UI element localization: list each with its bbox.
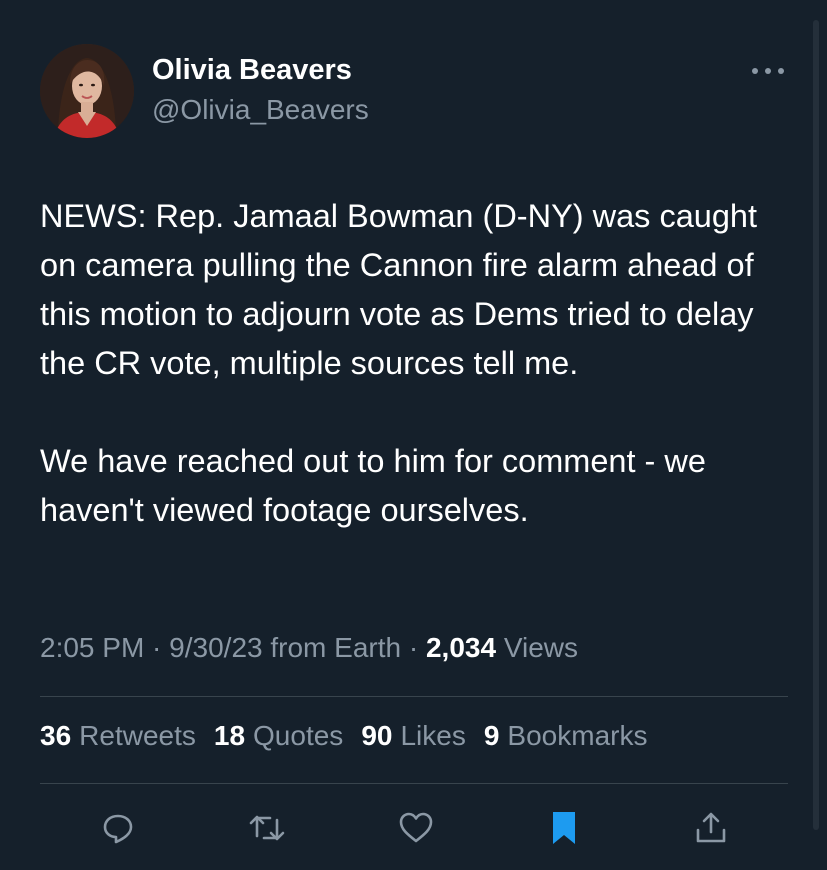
likes-label: Likes <box>400 720 466 751</box>
tweet-paragraph: We have reached out to him for comment -… <box>40 443 706 528</box>
quotes-count: 18 <box>213 720 246 751</box>
tweet-source: from Earth <box>262 632 402 663</box>
user-handle[interactable]: @Olivia_Beavers <box>152 94 369 126</box>
like-button[interactable] <box>394 806 438 850</box>
bookmarks-count: 9 <box>483 720 500 751</box>
likes-count: 90 <box>361 720 393 751</box>
display-name[interactable]: Olivia Beavers <box>152 54 352 87</box>
bookmark-icon <box>553 812 575 844</box>
meta-separator: · <box>144 632 170 663</box>
reply-icon <box>103 814 133 844</box>
bookmarks-label: Bookmarks <box>507 720 648 751</box>
views-label: Views <box>496 632 579 663</box>
share-icon <box>696 812 726 843</box>
reply-button[interactable] <box>96 806 140 850</box>
tweet-text: NEWS: Rep. Jamaal Bowman (D-NY) was caug… <box>40 192 800 535</box>
bookmark-button[interactable] <box>542 806 586 850</box>
share-button[interactable] <box>689 806 733 850</box>
quotes-stat[interactable]: 18 Quotes <box>214 720 343 752</box>
divider <box>40 696 788 697</box>
likes-stat[interactable]: 90 Likes <box>361 720 466 752</box>
retweets-stat[interactable]: 36 Retweets <box>40 720 196 752</box>
action-bar <box>0 806 827 850</box>
engagement-stats: 36 Retweets 18 Quotes 90 Likes 9 Bookmarks <box>40 720 647 752</box>
retweet-button[interactable] <box>245 806 289 850</box>
tweet-date[interactable]: 9/30/23 <box>169 632 262 663</box>
more-icon <box>752 68 784 74</box>
views-count: 2,034 <box>425 632 497 663</box>
retweet-icon <box>249 815 285 841</box>
bookmarks-stat[interactable]: 9 Bookmarks <box>484 720 648 752</box>
avatar[interactable] <box>40 44 134 138</box>
tweet-card: Olivia Beavers @Olivia_Beavers NEWS: Rep… <box>0 0 827 870</box>
tweet-meta: 2:05 PM · 9/30/23 from Earth · 2,034 Vie… <box>40 632 578 664</box>
tweet-paragraph: NEWS: Rep. Jamaal Bowman (D-NY) was caug… <box>40 198 758 381</box>
scrollbar[interactable] <box>813 20 819 830</box>
quotes-label: Quotes <box>253 720 344 751</box>
like-icon <box>399 812 433 843</box>
tweet-time[interactable]: 2:05 PM <box>40 632 144 663</box>
more-options-button[interactable] <box>748 56 788 86</box>
meta-separator: · <box>401 632 426 663</box>
divider <box>40 783 788 784</box>
retweets-count: 36 <box>40 720 72 751</box>
retweets-label: Retweets <box>79 720 196 751</box>
avatar-image <box>40 44 134 138</box>
